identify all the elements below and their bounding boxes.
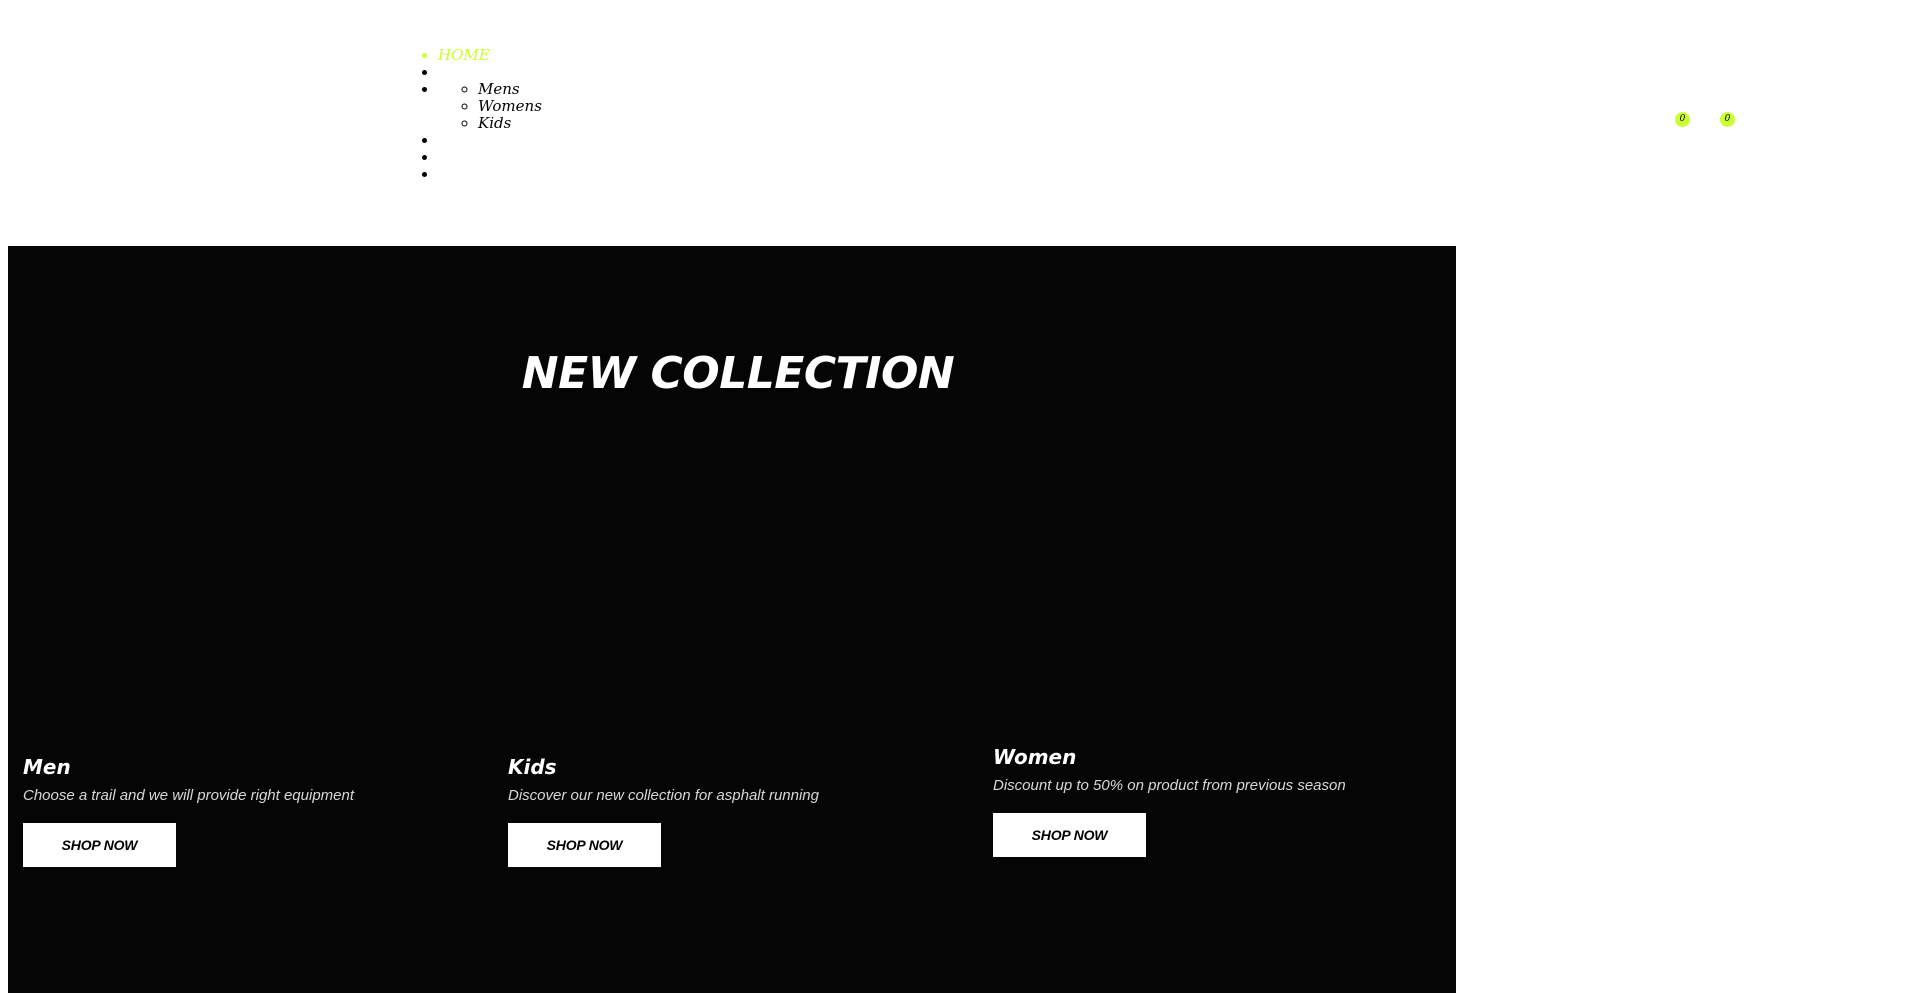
nav-item-5[interactable] <box>438 149 542 166</box>
nav-submenu: Mens Womens Kids <box>438 81 542 132</box>
nav-item-2[interactable] <box>438 64 542 81</box>
main-nav: HOME Mens Womens Kids <box>398 47 542 183</box>
collection-title: Men <box>23 755 71 779</box>
collection-card-men: Men Choose a trail and we will provide r… <box>23 754 483 867</box>
nav-sub-item-womens[interactable]: Womens <box>478 98 542 115</box>
collection-title: Kids <box>508 755 557 779</box>
nav-sub-item-mens[interactable]: Mens <box>478 81 542 98</box>
collection-description: Discover our new collection for asphalt … <box>508 787 819 804</box>
collection-title: Women <box>993 745 1077 769</box>
nav-item-shop[interactable]: Mens Womens Kids <box>438 81 542 132</box>
wishlist-count-badge[interactable]: 0 <box>1675 112 1690 127</box>
nav-item-home[interactable]: HOME <box>438 47 542 64</box>
collection-description: Discount up to 50% on product from previ… <box>993 777 1346 794</box>
shop-now-men-button[interactable]: SHOP NOW <box>23 823 176 867</box>
collection-card-women: Women Discount up to 50% on product from… <box>993 744 1453 857</box>
nav-item-4[interactable] <box>438 132 542 149</box>
collection-card-kids: Kids Discover our new collection for asp… <box>508 754 968 867</box>
nav-sub-item-kids[interactable]: Kids <box>478 115 542 132</box>
shop-now-kids-button[interactable]: SHOP NOW <box>508 823 661 867</box>
collection-description: Choose a trail and we will provide right… <box>23 787 355 804</box>
hero-title: NEW COLLECTION <box>521 348 955 399</box>
shop-now-women-button[interactable]: SHOP NOW <box>993 813 1146 857</box>
hero-collection-section: NEW COLLECTION Men Choose a trail and we… <box>8 246 1456 993</box>
nav-item-6[interactable] <box>438 166 542 183</box>
cart-count-badge[interactable]: 0 <box>1720 112 1735 127</box>
